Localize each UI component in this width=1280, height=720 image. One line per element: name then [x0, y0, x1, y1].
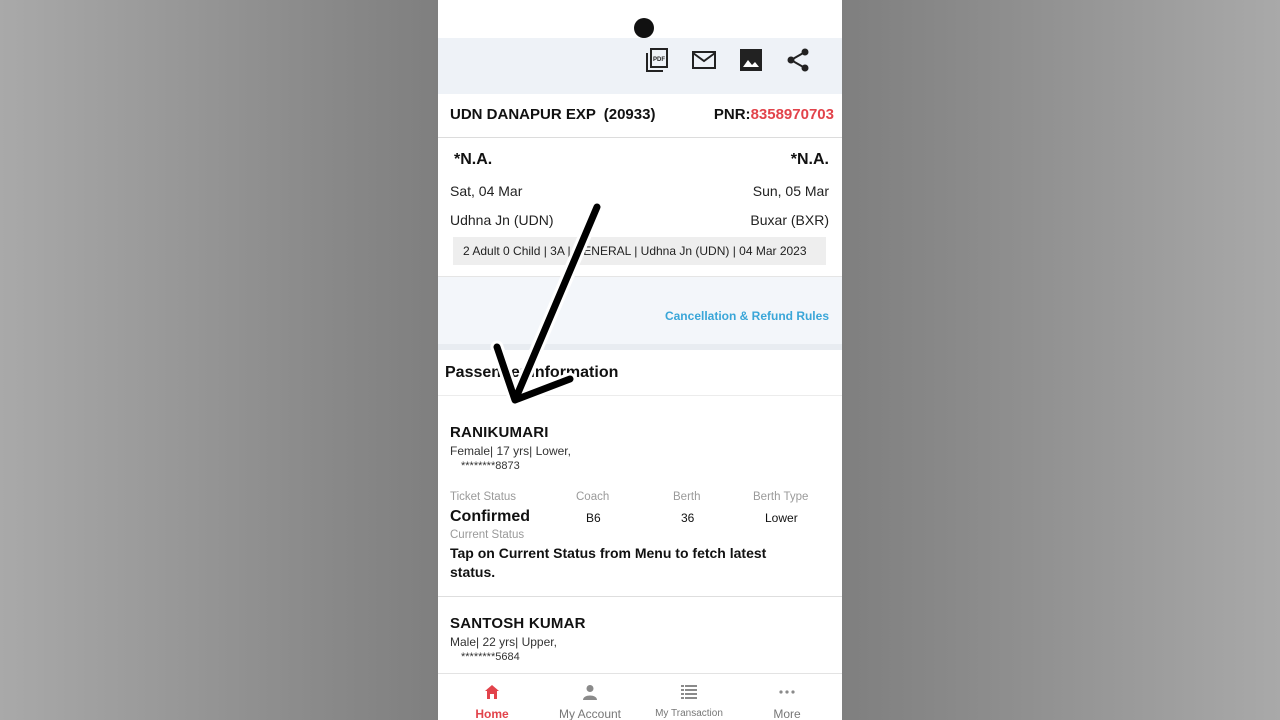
- arrival-time: *N.A.: [790, 151, 829, 168]
- nav-label: More: [773, 707, 801, 720]
- ticket-status-value: Confirmed: [450, 508, 530, 525]
- current-status-label: Current Status: [450, 529, 525, 541]
- person-icon: [583, 685, 597, 700]
- passenger-name: SANTOSH KUMAR: [450, 615, 586, 632]
- passenger-id: ********8873: [461, 460, 520, 472]
- pnr-label: PNR:: [713, 106, 751, 123]
- passenger-id: ********5684: [461, 651, 520, 663]
- train-name-text: UDN DANAPUR EXP: [450, 106, 596, 123]
- arrival-date: Sun, 05 Mar: [752, 183, 829, 199]
- current-status-message: Tap on Current Status from Menu to fetch…: [450, 545, 767, 580]
- section-divider: [438, 344, 842, 350]
- home-icon: [485, 685, 499, 699]
- nav-my-transaction[interactable]: My Transaction: [641, 674, 737, 720]
- pdf-icon[interactable]: PDF: [644, 47, 670, 73]
- rules-section: Cancellation & Refund Rules: [438, 277, 842, 344]
- passenger-section-title: Passenger Information: [445, 364, 619, 381]
- berth-label: Berth: [673, 491, 701, 503]
- nav-label: My Account: [558, 707, 622, 720]
- ticket-screen: PDF UDN DANAPUR EXP (20933) PNR:83589707…: [438, 0, 842, 720]
- cancellation-rules-link[interactable]: Cancellation & Refund Rules: [665, 309, 829, 323]
- from-station: Udhna Jn (UDN): [450, 212, 554, 228]
- berth-type-value: Lower: [765, 511, 798, 525]
- passenger-name: RANIKUMARI: [450, 424, 549, 441]
- departure-date: Sat, 04 Mar: [450, 183, 523, 199]
- to-station: Buxar (BXR): [750, 212, 829, 228]
- train-name: UDN DANAPUR EXP (20933): [450, 106, 655, 123]
- coach-label: Coach: [576, 491, 610, 503]
- journey-summary-chip: 2 Adult 0 Child | 3A | GENERAL | Udhna J…: [453, 237, 826, 265]
- divider: [438, 395, 842, 396]
- mail-icon[interactable]: [691, 47, 717, 73]
- nav-label: My Transaction: [655, 708, 723, 719]
- bottom-navigation: Home My Account My Transaction More: [438, 673, 842, 720]
- more-dots-icon: [779, 690, 795, 694]
- berth-value: 36: [681, 511, 695, 525]
- passenger-meta: Female| 17 yrs| Lower,: [450, 444, 571, 458]
- camera-cutout: [634, 18, 654, 38]
- train-number: (20933): [603, 106, 656, 123]
- ticket-status-label: Ticket Status: [450, 491, 517, 503]
- list-icon: [681, 685, 697, 699]
- image-icon[interactable]: [738, 47, 764, 73]
- departure-time: *N.A.: [454, 151, 493, 168]
- background-left: [0, 0, 438, 720]
- passenger-meta: Male| 22 yrs| Upper,: [450, 635, 557, 649]
- pnr-value: 8358970703: [750, 106, 834, 123]
- train-header: UDN DANAPUR EXP (20933) PNR:8358970703: [438, 94, 842, 138]
- status-bar: [438, 0, 842, 38]
- svg-text:PDF: PDF: [653, 57, 665, 63]
- background-right: [842, 0, 1280, 720]
- nav-my-account[interactable]: My Account: [539, 674, 641, 720]
- berth-type-label: Berth Type: [753, 491, 809, 503]
- share-icon[interactable]: [785, 47, 811, 73]
- passenger-divider: [438, 596, 842, 597]
- nav-label: Home: [475, 707, 509, 720]
- pnr: PNR:8358970703: [714, 106, 834, 123]
- coach-value: B6: [586, 511, 601, 525]
- nav-more[interactable]: More: [737, 674, 837, 720]
- ticket-actions-toolbar: PDF: [438, 38, 842, 94]
- nav-home[interactable]: Home: [438, 674, 546, 720]
- journey-details: *N.A. *N.A. Sat, 04 Mar Sun, 05 Mar Udhn…: [438, 138, 842, 277]
